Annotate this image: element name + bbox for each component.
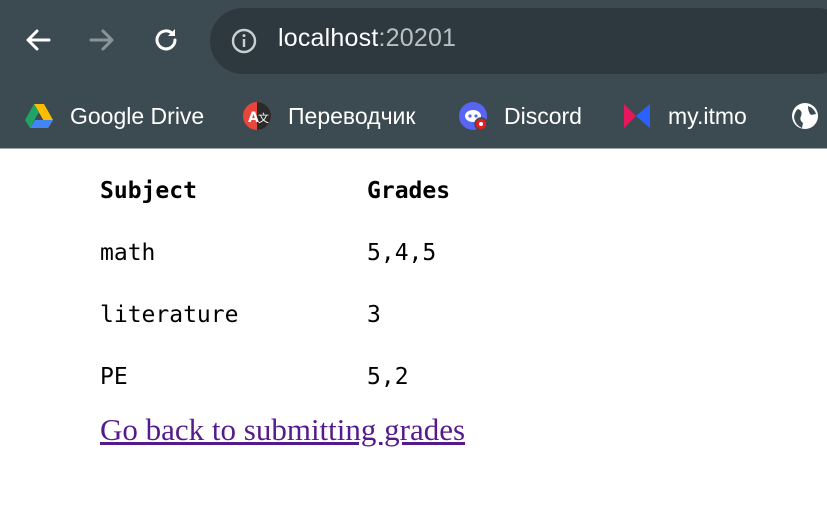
subject-cell: PE xyxy=(100,364,128,390)
translate-icon: A 文 xyxy=(243,102,271,130)
grades-cell: 5,4,5 xyxy=(367,240,437,266)
bookmark-translate[interactable]: A 文 Переводчик xyxy=(242,96,415,136)
bookmark-label: Google Drive xyxy=(70,102,205,129)
grades-table: Subject Grades math 5,4,5 literature 3 P… xyxy=(100,160,450,408)
globe-icon xyxy=(792,103,818,129)
subject-cell: math xyxy=(100,240,156,266)
table-header-row: Subject Grades xyxy=(100,160,450,222)
itmo-icon xyxy=(624,104,650,128)
table-row: math 5,4,5 xyxy=(100,222,450,284)
bookmark-label: Переводчик xyxy=(288,102,416,129)
forward-arrow-icon xyxy=(89,29,114,51)
forward-button[interactable] xyxy=(84,22,120,58)
info-icon[interactable] xyxy=(230,27,258,55)
grades-cell: 5,2 xyxy=(367,364,409,390)
address-url[interactable]: localhost:20201 xyxy=(278,24,456,53)
url-host: localhost xyxy=(278,24,379,52)
subject-cell: literature xyxy=(100,302,239,328)
discord-icon xyxy=(459,102,488,131)
column-header-subject: Subject xyxy=(100,178,197,204)
table-row: PE 5,2 xyxy=(100,346,450,408)
url-port: :20201 xyxy=(378,24,457,52)
svg-text:文: 文 xyxy=(258,111,269,125)
bookmark-globe[interactable] xyxy=(790,96,827,136)
bookmark-discord[interactable]: Discord xyxy=(458,96,582,136)
table-row: literature 3 xyxy=(100,284,450,346)
bookmark-label: Discord xyxy=(504,102,582,129)
reload-button[interactable] xyxy=(148,22,184,58)
page-content: Subject Grades math 5,4,5 literature 3 P… xyxy=(100,160,465,448)
address-bar[interactable]: localhost:20201 xyxy=(210,8,827,74)
back-arrow-icon xyxy=(26,29,51,51)
bookmark-my-itmo[interactable]: my.itmo xyxy=(622,96,747,136)
bookmark-google-drive[interactable]: Google Drive xyxy=(24,96,204,136)
column-header-grades: Grades xyxy=(367,178,451,204)
bookmarks-bar: Google Drive A 文 Переводчик Discord my.i… xyxy=(0,86,827,149)
grades-cell: 3 xyxy=(367,302,381,328)
back-button[interactable] xyxy=(20,22,56,58)
back-to-submit-link[interactable]: Go back to submitting grades xyxy=(100,412,465,448)
browser-toolbar: localhost:20201 xyxy=(0,0,827,86)
bookmark-label: my.itmo xyxy=(668,102,747,129)
reload-icon xyxy=(155,29,177,51)
google-drive-icon xyxy=(25,104,53,128)
